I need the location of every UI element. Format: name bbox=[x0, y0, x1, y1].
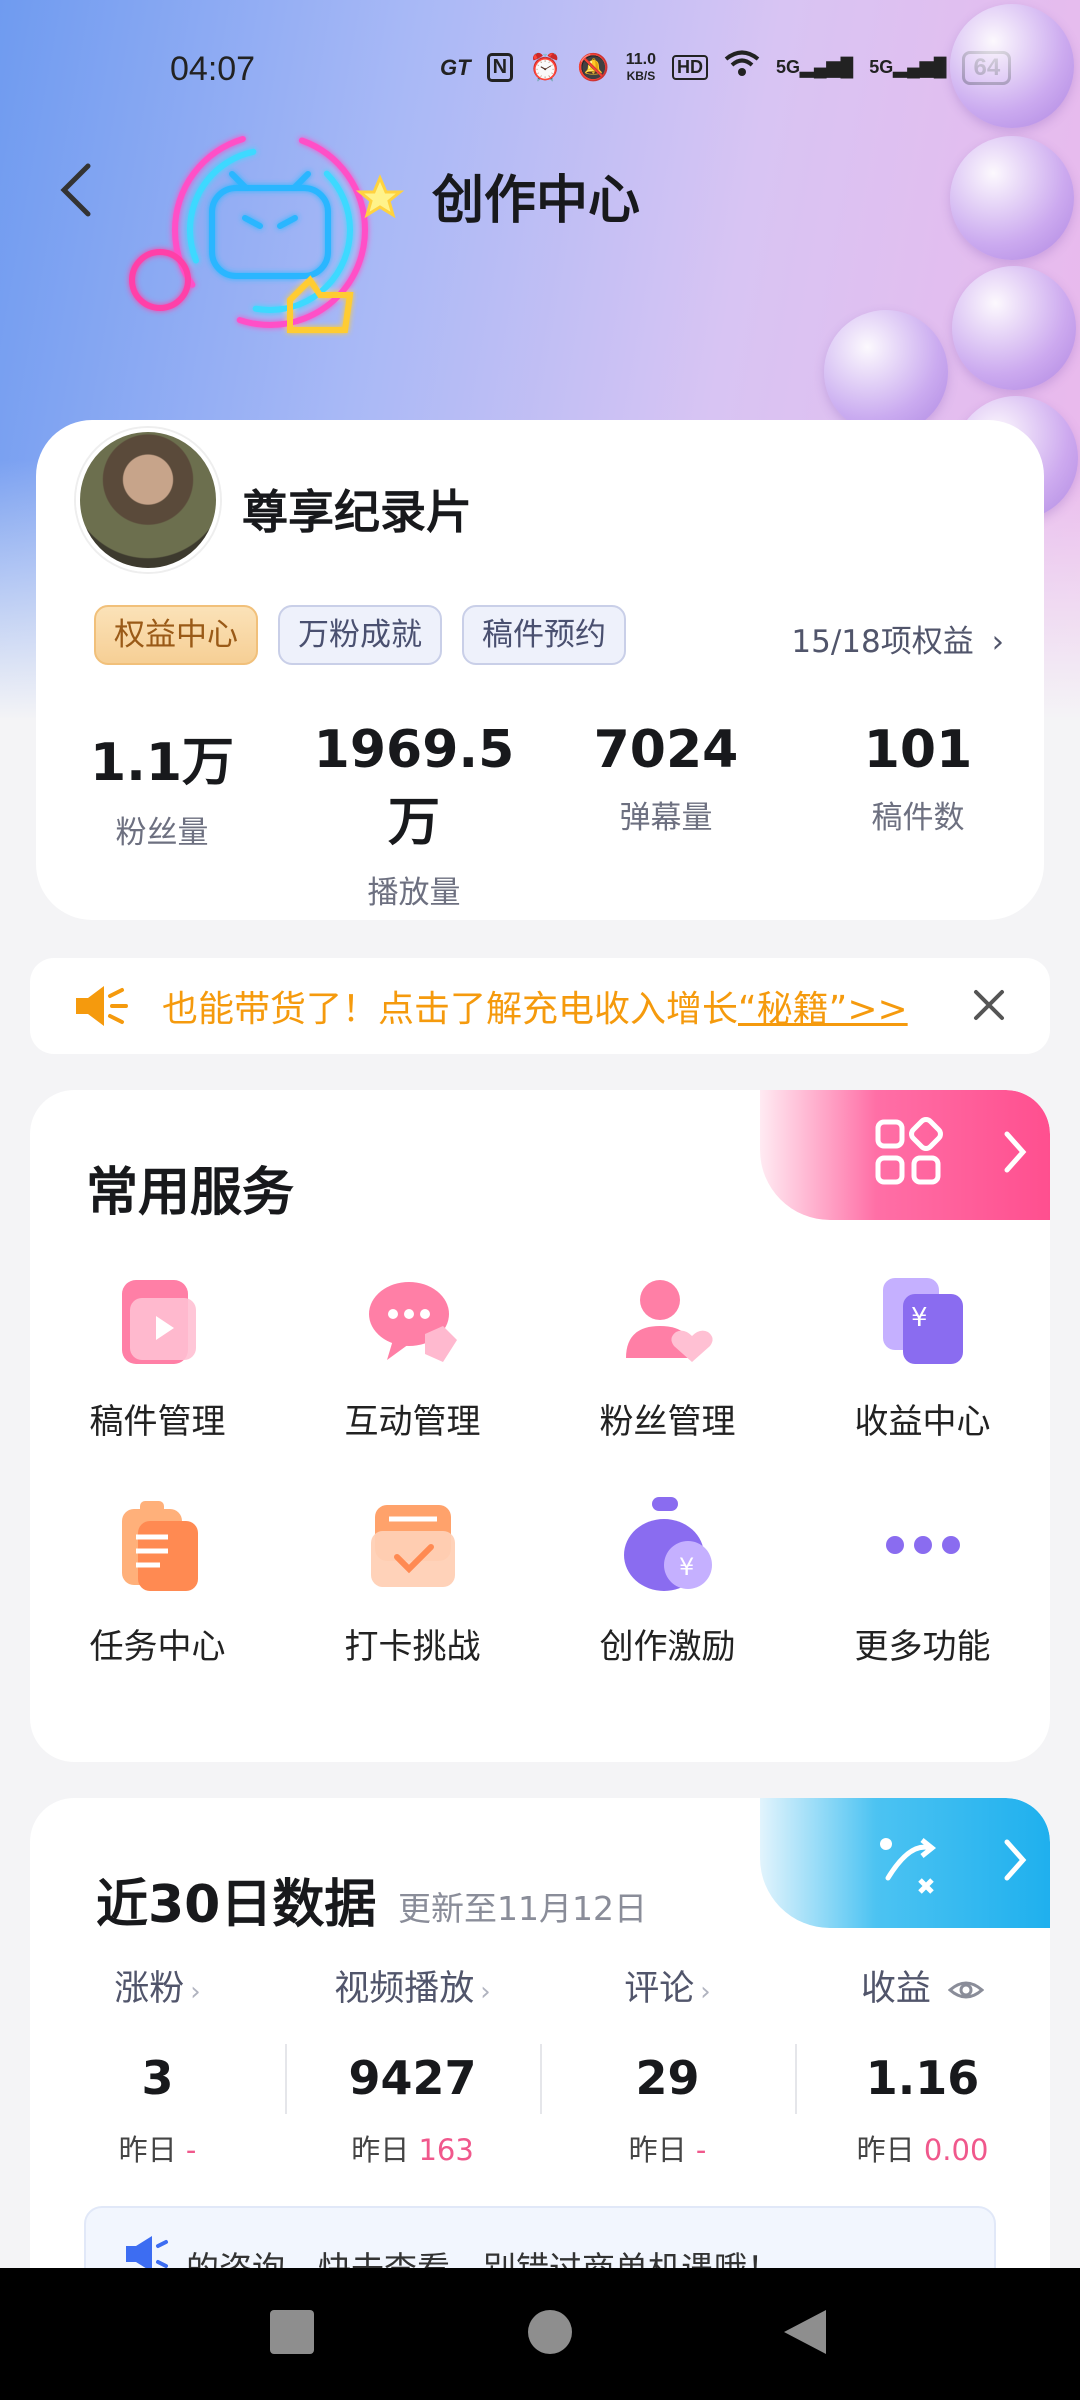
notice-link[interactable]: “秘籍”>> bbox=[738, 989, 908, 1030]
notice-bar[interactable]: 也能带货了！点击了解充电收入增长“秘籍”>> bbox=[30, 958, 1050, 1054]
services-card: 常用服务 稿件管理 互动管理 粉丝管理 ¥ 收益中心 任务中心 打卡挑战 ¥ 创… bbox=[30, 1090, 1050, 1762]
notice-text[interactable]: 也能带货了！点击了解充电收入增长“秘籍”>> bbox=[162, 980, 952, 1032]
creator-logo-icon bbox=[129, 132, 405, 333]
data-updated-text: 更新至11月12日 bbox=[398, 1889, 647, 1928]
alarm-icon: ⏰ bbox=[529, 52, 562, 82]
mute-icon: 🔕 bbox=[577, 52, 610, 82]
benefits-link[interactable]: 15/18项权益 › bbox=[791, 616, 1004, 661]
service-creation-incentive[interactable]: ¥ 创作激励 bbox=[540, 1495, 795, 1668]
services-title: 常用服务 bbox=[86, 1163, 295, 1223]
status-time: 04:07 bbox=[170, 50, 256, 88]
stat-plays[interactable]: 1969.5万 播放量 bbox=[288, 720, 540, 912]
hd-icon: HD bbox=[672, 55, 709, 80]
gt-icon: GT bbox=[440, 54, 471, 80]
eye-icon[interactable] bbox=[947, 1978, 985, 2002]
badge-bubble[interactable] bbox=[952, 266, 1076, 390]
user-heart-icon bbox=[625, 1280, 713, 1362]
home-icon[interactable] bbox=[526, 2308, 574, 2356]
speaker-icon bbox=[76, 986, 128, 1026]
clipboard-icon bbox=[121, 1501, 198, 1591]
stat-drafts[interactable]: 101 稿件数 bbox=[792, 720, 1044, 912]
page-title: 创作中心 bbox=[432, 171, 641, 231]
document-video-icon bbox=[121, 1280, 196, 1364]
service-fan-management[interactable]: 粉丝管理 bbox=[540, 1270, 795, 1443]
profile-card: 尊享纪录片 权益中心 万粉成就 稿件预约 15/18项权益 › 1.1万 粉丝量… bbox=[36, 420, 1044, 920]
nfc-icon: N bbox=[486, 53, 514, 82]
data-col-fans[interactable]: 涨粉 › 3 昨日 - bbox=[30, 1960, 285, 2169]
data-col-video-plays[interactable]: 视频播放 › 9427 昨日 163 bbox=[285, 1960, 540, 2169]
service-interaction-management[interactable]: 互动管理 bbox=[285, 1270, 540, 1443]
stat-followers[interactable]: 1.1万 粉丝量 bbox=[36, 720, 288, 912]
chevron-right-icon bbox=[1004, 1131, 1027, 1173]
wallet-yuan-icon: ¥ bbox=[882, 1278, 963, 1364]
checkin-calendar-icon bbox=[370, 1505, 455, 1587]
grid-icon bbox=[875, 1117, 943, 1185]
data-columns: 涨粉 › 3 昨日 - 视频播放 › 9427 昨日 163 评论 › 29 昨日 -… bbox=[30, 1960, 1050, 2169]
badge-bubble[interactable] bbox=[824, 310, 948, 434]
services-more-ribbon[interactable] bbox=[760, 1090, 1050, 1220]
tag-benefits-center[interactable]: 权益中心 bbox=[94, 605, 258, 665]
chevron-right-icon: › bbox=[991, 624, 1004, 660]
chevron-right-icon: › bbox=[700, 1977, 711, 2007]
stats-row: 1.1万 粉丝量 1969.5万 播放量 7024 弹幕量 101 稿件数 bbox=[36, 720, 1044, 912]
stat-danmaku[interactable]: 7024 弹幕量 bbox=[540, 720, 792, 912]
recent-apps-icon[interactable] bbox=[268, 2308, 316, 2356]
service-revenue-center[interactable]: ¥ 收益中心 bbox=[795, 1270, 1050, 1443]
back-button[interactable] bbox=[56, 160, 96, 220]
badge-bubble[interactable] bbox=[950, 136, 1074, 260]
data-more-ribbon[interactable] bbox=[760, 1798, 1050, 1928]
username: 尊享纪录片 bbox=[242, 485, 472, 539]
system-nav-bar bbox=[0, 2268, 1080, 2400]
chevron-right-icon: › bbox=[190, 1977, 201, 2007]
data-col-revenue[interactable]: 收益 1.16 昨日 0.00 bbox=[795, 1960, 1050, 2169]
chevron-left-icon bbox=[60, 163, 91, 217]
chevron-right-icon: › bbox=[480, 1977, 491, 2007]
chevron-right-icon bbox=[1004, 1839, 1027, 1881]
close-icon[interactable] bbox=[964, 980, 1014, 1030]
chat-bubble-icon bbox=[368, 1282, 457, 1362]
service-draft-management[interactable]: 稿件管理 bbox=[30, 1270, 285, 1443]
service-more-features[interactable]: 更多功能 bbox=[795, 1495, 1050, 1668]
badge-bubble[interactable] bbox=[950, 4, 1074, 128]
tag-fan-achievement[interactable]: 万粉成就 bbox=[278, 605, 442, 665]
wifi-icon bbox=[724, 50, 760, 85]
tag-draft-reservation[interactable]: 稿件预约 bbox=[462, 605, 626, 665]
trend-map-icon bbox=[880, 1838, 937, 1894]
money-bag-icon: ¥ bbox=[623, 1497, 712, 1591]
svg-text:¥: ¥ bbox=[911, 1303, 928, 1333]
svg-text:¥: ¥ bbox=[679, 1553, 694, 1581]
network-speed: 11.0 KB/S bbox=[625, 50, 657, 83]
more-dots-icon bbox=[885, 1536, 960, 1554]
service-checkin-challenge[interactable]: 打卡挑战 bbox=[285, 1495, 540, 1668]
data-col-comments[interactable]: 评论 › 29 昨日 - bbox=[540, 1960, 795, 2169]
data-title: 近30日数据 bbox=[96, 1875, 377, 1935]
tag-row: 权益中心 万粉成就 稿件预约 bbox=[94, 605, 626, 665]
service-task-center[interactable]: 任务中心 bbox=[30, 1495, 285, 1668]
services-grid: 稿件管理 互动管理 粉丝管理 ¥ 收益中心 任务中心 打卡挑战 ¥ 创作激励 更… bbox=[30, 1270, 1050, 1668]
avatar[interactable] bbox=[76, 428, 220, 572]
back-nav-icon[interactable] bbox=[782, 2308, 830, 2356]
